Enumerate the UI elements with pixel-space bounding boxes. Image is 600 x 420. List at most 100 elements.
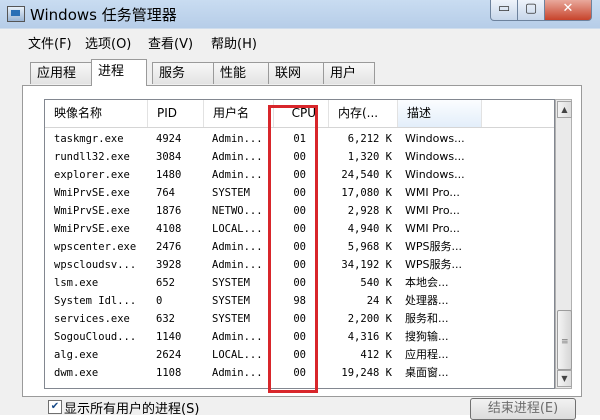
scrollbar-thumb[interactable]: ≡	[557, 310, 572, 370]
process-name: taskmgr.exe	[54, 133, 124, 145]
process-pid: 3084	[156, 151, 182, 163]
process-memory: 540 K	[360, 277, 392, 289]
process-description: 处理器...	[405, 294, 449, 307]
process-name: explorer.exe	[54, 169, 130, 181]
process-list-scrollbar[interactable]: ▲ ≡ ▼	[555, 99, 572, 389]
process-pid: 0	[156, 295, 163, 307]
process-memory: 34,192 K	[341, 259, 392, 271]
close-button[interactable]: ✕	[544, 0, 592, 21]
process-name: rundll32.exe	[54, 151, 130, 163]
process-description: 服务和...	[405, 312, 449, 325]
process-pid: 4924	[156, 133, 182, 145]
process-memory: 1,320 K	[347, 151, 392, 163]
process-user: SYSTEM	[212, 313, 250, 325]
process-user: Admin...	[212, 367, 263, 379]
process-description: WPS服务...	[405, 258, 462, 271]
process-memory: 19,248 K	[341, 367, 392, 379]
task-manager-icon	[7, 6, 25, 22]
process-name: services.exe	[54, 313, 130, 325]
process-user: Admin...	[212, 259, 263, 271]
process-pid: 2624	[156, 349, 182, 361]
process-user: NETWO...	[212, 205, 263, 217]
process-memory: 17,080 K	[341, 187, 392, 199]
title-bar[interactable]: Windows 任务管理器 ▭ ▢ ✕	[0, 0, 600, 28]
process-user: Admin...	[212, 151, 263, 163]
process-pid: 3928	[156, 259, 182, 271]
process-pid: 1876	[156, 205, 182, 217]
column-image-name[interactable]: 映像名称	[45, 100, 148, 127]
tab-networking[interactable]: 联网	[268, 62, 324, 84]
process-memory: 2,200 K	[347, 313, 392, 325]
column-user-name[interactable]: 用户名	[204, 100, 274, 127]
process-memory: 4,940 K	[347, 223, 392, 235]
process-pid: 2476	[156, 241, 182, 253]
end-process-button[interactable]: 结束进程(E)	[470, 398, 576, 420]
process-user: LOCAL...	[212, 223, 263, 235]
process-memory: 24,540 K	[341, 169, 392, 181]
show-all-users-checkbox[interactable]: ✔	[48, 400, 62, 414]
process-description: 应用程...	[405, 348, 449, 361]
process-description: Windows...	[405, 132, 465, 145]
tab-performance[interactable]: 性能	[213, 62, 269, 84]
column-pid[interactable]: PID	[148, 100, 204, 127]
window-title: Windows 任务管理器	[30, 6, 177, 24]
tab-services[interactable]: 服务	[152, 62, 214, 84]
column-description[interactable]: 描述 ▲	[398, 100, 482, 127]
process-name: alg.exe	[54, 349, 99, 361]
process-user: Admin...	[212, 331, 263, 343]
tab-applications[interactable]: 应用程序	[30, 62, 92, 103]
process-name: WmiPrvSE.exe	[54, 205, 130, 217]
scroll-down-icon[interactable]: ▼	[557, 370, 572, 387]
process-memory: 24 K	[366, 295, 392, 307]
process-user: SYSTEM	[212, 295, 250, 307]
process-user: Admin...	[212, 241, 263, 253]
process-description: Windows...	[405, 150, 465, 163]
minimize-button[interactable]: ▭	[490, 0, 518, 21]
process-description: Windows...	[405, 168, 465, 181]
process-description: 本地会...	[405, 276, 449, 289]
process-name: WmiPrvSE.exe	[54, 223, 130, 235]
process-pid: 764	[156, 187, 175, 199]
menu-file[interactable]: 文件(F)	[28, 33, 72, 52]
scroll-up-icon[interactable]: ▲	[557, 101, 572, 118]
process-memory: 2,928 K	[347, 205, 392, 217]
process-name: System Idl...	[54, 295, 137, 307]
process-description: WMI Pro...	[405, 222, 460, 235]
process-name: WmiPrvSE.exe	[54, 187, 130, 199]
column-description-label: 描述	[407, 106, 432, 120]
scroll-grip-icon: ≡	[561, 337, 569, 347]
process-description: WMI Pro...	[405, 186, 460, 199]
menu-view[interactable]: 查看(V)	[148, 33, 193, 52]
process-user: SYSTEM	[212, 277, 250, 289]
process-name: lsm.exe	[54, 277, 99, 289]
cpu-column-highlight	[268, 105, 318, 393]
menu-options[interactable]: 选项(O)	[85, 33, 131, 52]
process-description: 搜狗输...	[405, 330, 449, 343]
process-description: 桌面窗...	[405, 366, 449, 379]
process-memory: 6,212 K	[347, 133, 392, 145]
process-memory: 5,968 K	[347, 241, 392, 253]
process-user: Admin...	[212, 169, 263, 181]
tab-processes[interactable]: 进程	[91, 59, 147, 86]
task-manager-window: Windows 任务管理器 ▭ ▢ ✕ 文件(F) 选项(O) 查看(V) 帮助…	[0, 0, 600, 420]
process-description: WPS服务...	[405, 240, 462, 253]
maximize-button[interactable]: ▢	[517, 0, 545, 21]
column-memory[interactable]: 内存(...	[329, 100, 398, 127]
process-name: wpscenter.exe	[54, 241, 137, 253]
process-pid: 1480	[156, 169, 182, 181]
process-pid: 4108	[156, 223, 182, 235]
process-pid: 652	[156, 277, 175, 289]
process-user: LOCAL...	[212, 349, 263, 361]
menu-help[interactable]: 帮助(H)	[211, 33, 257, 52]
process-pid: 632	[156, 313, 175, 325]
process-name: SogouCloud...	[54, 331, 137, 343]
process-memory: 4,316 K	[347, 331, 392, 343]
process-user: Admin...	[212, 133, 263, 145]
tab-users[interactable]: 用户	[323, 62, 375, 84]
process-pid: 1140	[156, 331, 182, 343]
process-memory: 412 K	[360, 349, 392, 361]
show-all-users-label[interactable]: 显示所有用户的进程(S)	[64, 398, 199, 417]
process-description: WMI Pro...	[405, 204, 460, 217]
process-user: SYSTEM	[212, 187, 250, 199]
menu-bar: 文件(F) 选项(O) 查看(V) 帮助(H)	[0, 29, 600, 54]
